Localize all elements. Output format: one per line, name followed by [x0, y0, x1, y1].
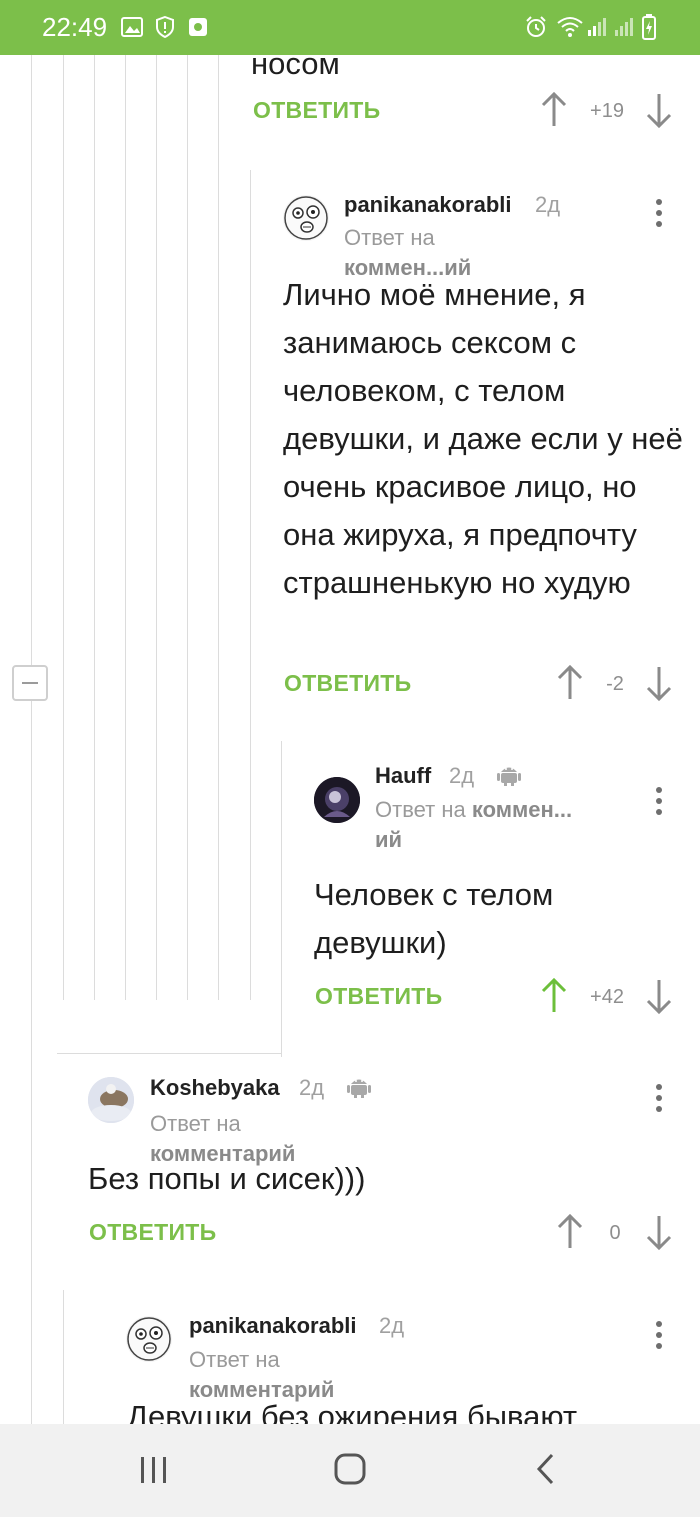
reply-to-label[interactable]: Ответ на коммен... ий: [375, 795, 615, 855]
comment-text: носом: [251, 55, 340, 81]
comments-feed[interactable]: носом ОТВЕТИТЬ +19 panikanakorabli 2д От…: [0, 55, 700, 1424]
avatar[interactable]: [283, 195, 329, 241]
home-icon[interactable]: [333, 1452, 367, 1486]
comment-author[interactable]: panikanakorabli: [189, 1313, 357, 1339]
comment-text: Человек с телом девушки): [314, 877, 554, 960]
android-icon: [497, 767, 521, 786]
comment-score: +19: [590, 100, 624, 122]
thread-connector: [57, 1053, 282, 1054]
comment-text: Девушки без ожирения бывают: [127, 1399, 578, 1424]
reply-button[interactable]: ОТВЕТИТЬ: [284, 670, 411, 697]
shield-icon: [156, 16, 174, 38]
reply-button[interactable]: ОТВЕТИТЬ: [89, 1219, 216, 1246]
reply-to-target-tail[interactable]: ий: [375, 827, 402, 852]
downvote-arrow-icon[interactable]: [644, 976, 674, 1016]
battery-icon: [642, 14, 656, 40]
comment-author[interactable]: panikanakorabli: [344, 192, 512, 218]
reply-to-prefix: Ответ на: [344, 225, 435, 250]
upvote-arrow-icon[interactable]: [539, 90, 569, 130]
comment-time: 2д: [379, 1313, 405, 1338]
upvote-arrow-icon[interactable]: [539, 976, 569, 1016]
back-icon[interactable]: [534, 1452, 558, 1486]
more-options-icon[interactable]: [653, 197, 663, 231]
comment-time: 2д: [535, 192, 561, 217]
more-options-icon[interactable]: [653, 1082, 663, 1116]
thread-line: [31, 55, 32, 1424]
upvote-arrow-icon[interactable]: [555, 1212, 585, 1252]
thread-line: [187, 55, 188, 1000]
comment-text: Без попы и сисек))): [88, 1161, 366, 1196]
signal-icon: [588, 18, 633, 36]
wifi-icon: [557, 17, 583, 37]
app-icon: [189, 18, 207, 36]
android-icon: [347, 1079, 371, 1098]
more-options-icon[interactable]: [653, 1319, 663, 1353]
thread-line: [63, 1290, 64, 1424]
comment-time: 2д: [449, 763, 475, 788]
comment-text: Лично моё мнение, я занимаюсь сексом с ч…: [283, 277, 683, 600]
thread-line: [156, 55, 157, 1000]
avatar[interactable]: [88, 1077, 134, 1123]
thread-line: [250, 170, 251, 1000]
alarm-icon: [526, 16, 546, 37]
thread-line: [125, 55, 126, 1000]
upvote-arrow-icon[interactable]: [555, 663, 585, 703]
downvote-arrow-icon[interactable]: [644, 90, 674, 130]
reply-to-prefix: Ответ на: [150, 1111, 241, 1136]
thread-line: [218, 55, 219, 1000]
downvote-arrow-icon[interactable]: [644, 1212, 674, 1252]
reply-to-target[interactable]: коммен...: [472, 797, 572, 822]
comment-score: 0: [609, 1222, 621, 1244]
image-icon: [121, 17, 143, 37]
comment-score: -2: [606, 673, 624, 695]
reply-button[interactable]: ОТВЕТИТЬ: [253, 97, 380, 124]
recents-icon[interactable]: [138, 1455, 170, 1485]
status-time: 22:49: [42, 12, 108, 42]
reply-button[interactable]: ОТВЕТИТЬ: [315, 983, 442, 1010]
reply-to-prefix: Ответ на: [189, 1347, 280, 1372]
system-nav-bar: [0, 1424, 700, 1517]
avatar[interactable]: [314, 777, 360, 823]
collapse-thread-button[interactable]: [12, 665, 48, 701]
comment-author[interactable]: Hauff: [375, 763, 431, 789]
reply-to-prefix: Ответ на: [375, 797, 466, 822]
downvote-arrow-icon[interactable]: [644, 663, 674, 703]
comment-time: 2д: [299, 1075, 325, 1100]
thread-line: [281, 741, 282, 1057]
thread-line: [94, 55, 95, 1000]
thread-line: [63, 55, 64, 1000]
status-bar: 22:49: [0, 0, 700, 55]
comment-score: +42: [590, 986, 624, 1008]
avatar[interactable]: [126, 1316, 172, 1362]
comment-author[interactable]: Koshebyaka: [150, 1075, 280, 1101]
more-options-icon[interactable]: [653, 785, 663, 819]
